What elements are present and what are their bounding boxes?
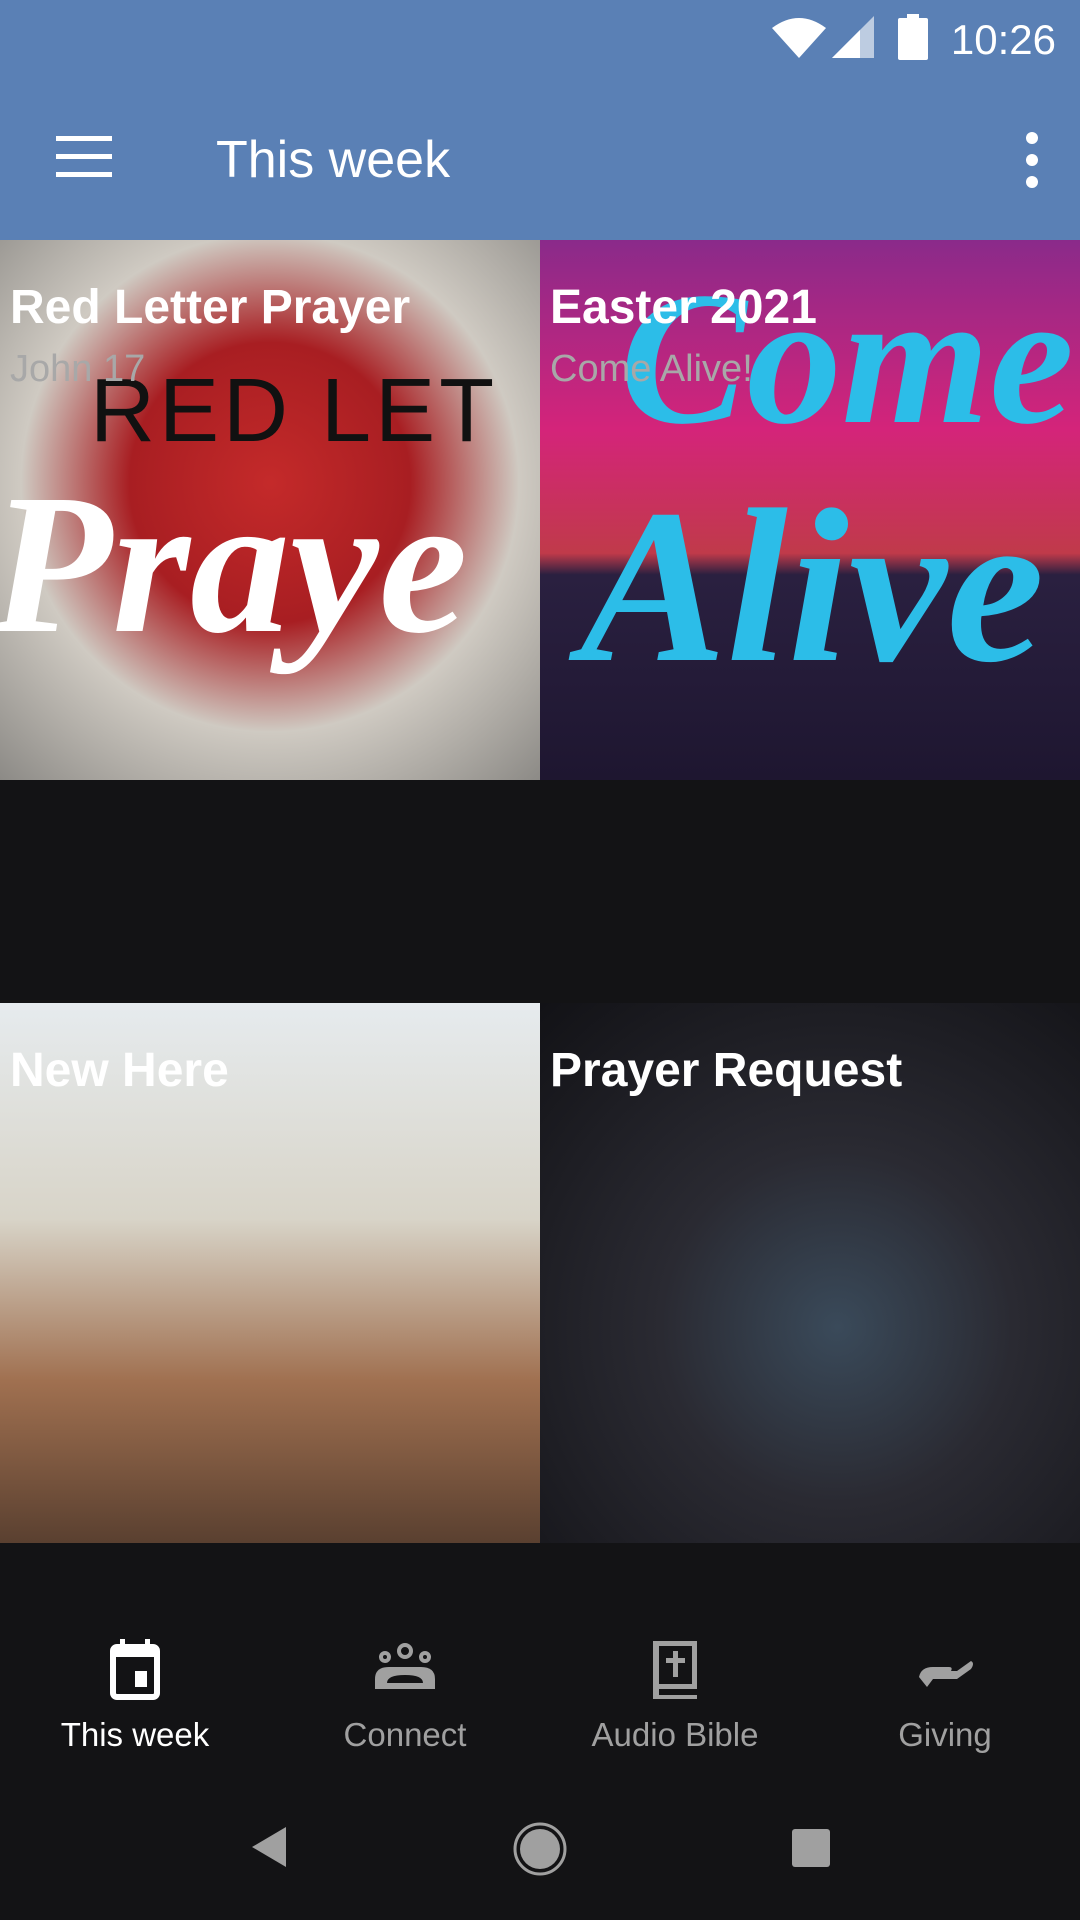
wifi-icon bbox=[772, 18, 826, 58]
image-text: RED LET bbox=[90, 361, 499, 461]
bible-icon bbox=[653, 1641, 697, 1699]
hamburger-menu-icon[interactable] bbox=[56, 136, 112, 177]
nav-label: Giving bbox=[898, 1716, 992, 1753]
image-text: Praye bbox=[0, 454, 468, 675]
recents-icon[interactable] bbox=[792, 1829, 830, 1867]
giving-hand-icon bbox=[919, 1661, 973, 1687]
more-vert-icon[interactable] bbox=[1026, 132, 1040, 198]
status-bar: 10:26 bbox=[0, 0, 1080, 96]
home-icon[interactable] bbox=[512, 1821, 568, 1877]
page-title: This week bbox=[216, 131, 451, 189]
nav-label: This week bbox=[60, 1716, 210, 1753]
card-red-letter-prayer[interactable]: RED LET Praye Red Letter Prayer John 17 bbox=[0, 240, 540, 1003]
card-title: Prayer Request bbox=[550, 1044, 903, 1097]
battery-icon bbox=[898, 14, 928, 60]
groups-icon bbox=[375, 1643, 435, 1689]
image-text: Alive bbox=[580, 464, 1045, 708]
back-icon[interactable] bbox=[250, 1827, 290, 1867]
nav-connect[interactable]: Connect bbox=[270, 1605, 540, 1775]
bottom-navigation: This week Connect Audio Bible Giving bbox=[0, 1605, 1080, 1775]
calendar-icon bbox=[110, 1639, 160, 1700]
clock: 10:26 bbox=[950, 16, 1056, 63]
card-subtitle: Come Alive! bbox=[550, 348, 753, 390]
card-title: Easter 2021 bbox=[550, 281, 817, 334]
card-title: Red Letter Prayer bbox=[10, 281, 411, 334]
nav-label: Connect bbox=[343, 1716, 467, 1753]
card-subtitle: John 17 bbox=[10, 348, 146, 390]
nav-this-week[interactable]: This week bbox=[0, 1605, 270, 1775]
nav-giving[interactable]: Giving bbox=[810, 1605, 1080, 1775]
app-bar: This week bbox=[0, 96, 1080, 240]
card-prayer-request[interactable]: Prayer Request bbox=[540, 1003, 1080, 1605]
card-new-here[interactable]: New Here bbox=[0, 1003, 540, 1605]
nav-label: Audio Bible bbox=[591, 1716, 759, 1753]
content-grid: RED LET Praye Red Letter Prayer John 17 … bbox=[0, 240, 1080, 1605]
signal-icon bbox=[832, 16, 874, 58]
system-navigation bbox=[0, 1775, 1080, 1920]
card-easter-2021[interactable]: Come Alive Easter 2021 Come Alive! bbox=[540, 240, 1080, 1003]
nav-audio-bible[interactable]: Audio Bible bbox=[540, 1605, 810, 1775]
card-title: New Here bbox=[10, 1044, 229, 1097]
